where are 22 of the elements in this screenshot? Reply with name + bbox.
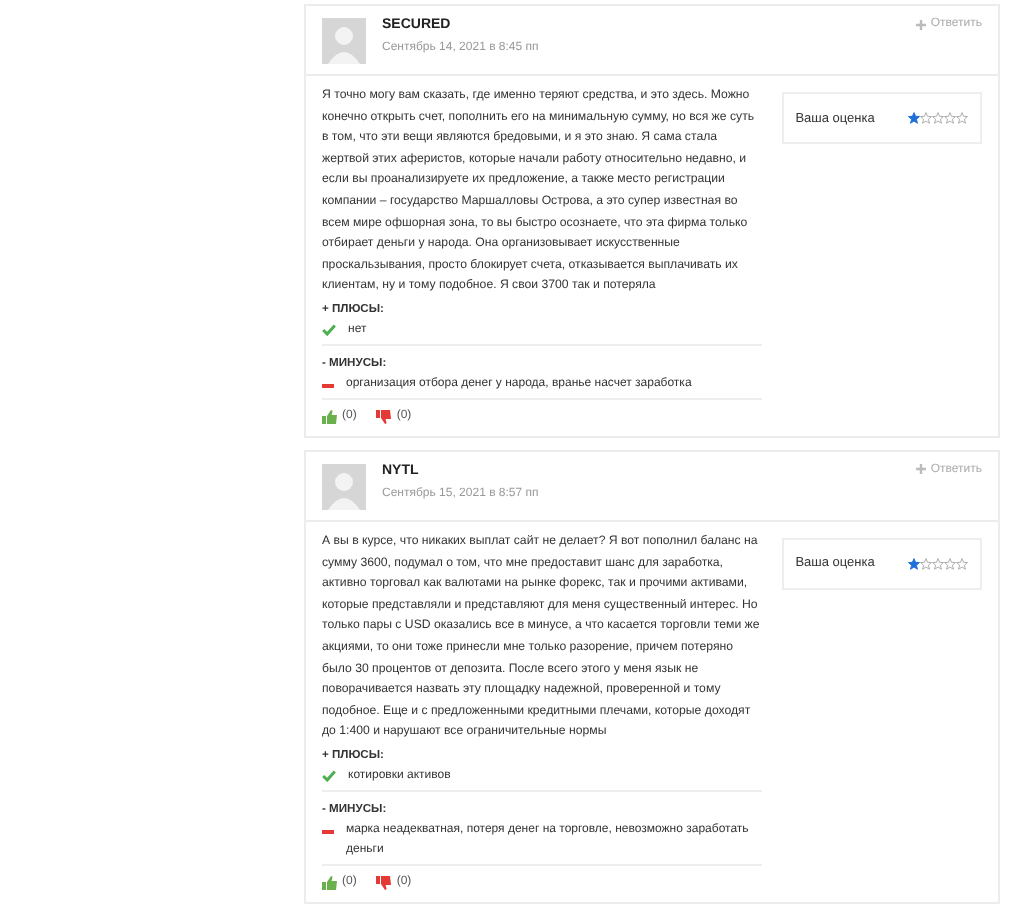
minus-icon	[322, 383, 334, 388]
star-icon[interactable]	[932, 557, 944, 570]
star-icon[interactable]	[956, 112, 968, 124]
thumbs-up-icon	[322, 409, 338, 424]
star-icon[interactable]	[920, 557, 932, 570]
check-icon	[322, 769, 336, 782]
thumbs-down-icon	[376, 409, 393, 424]
star-icon[interactable]	[920, 112, 932, 124]
star-icon[interactable]	[932, 112, 944, 124]
avatar-icon	[322, 18, 366, 64]
star-icon[interactable]	[944, 112, 956, 124]
plus-icon	[916, 464, 927, 475]
star-icon[interactable]	[956, 557, 968, 570]
minus-icon	[322, 829, 334, 834]
star-icon[interactable]	[908, 557, 920, 570]
star-icon[interactable]	[944, 557, 956, 570]
star-icon[interactable]	[908, 112, 920, 124]
check-icon	[322, 323, 336, 336]
thumbs-up-icon	[322, 875, 338, 890]
avatar-icon	[322, 463, 366, 510]
thumbs-down-icon	[376, 875, 393, 890]
plus-icon	[916, 19, 927, 29]
